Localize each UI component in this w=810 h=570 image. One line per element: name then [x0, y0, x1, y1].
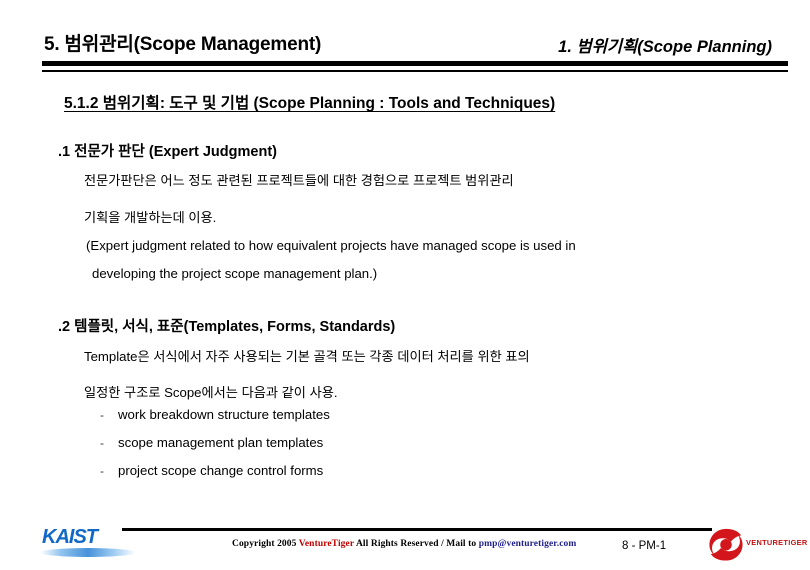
page-number: 8 - PM-1 — [622, 540, 667, 552]
kaist-logo-text: KAIST — [42, 526, 98, 548]
venturetiger-logo-text: VENTURETIGER — [746, 538, 808, 547]
kaist-swoosh-icon — [40, 548, 136, 557]
section-title: 1. 범위기획(Scope Planning) — [558, 38, 772, 56]
section2-korean-line-1: Template은 서식에서 자주 사용되는 기본 골격 또는 각종 데이터 처… — [84, 349, 530, 364]
section-heading-templates-forms-standards: .2 템플릿, 서식, 표준(Templates, Forms, Standar… — [58, 319, 396, 335]
brand-name: VentureTiger — [298, 539, 354, 549]
copyright-notice: Copyright 2005 VentureTiger All Rights R… — [232, 539, 576, 549]
page-title: 5. 범위관리(Scope Management) — [44, 34, 322, 55]
section1-korean-line-2: 기획을 개발하는데 이용. — [84, 210, 217, 225]
list-item: - work breakdown structure templates — [100, 407, 330, 435]
list-item-label: scope management plan templates — [118, 435, 324, 450]
dash-icon: - — [100, 464, 104, 478]
dash-icon: - — [100, 408, 104, 422]
section1-english-line-2: developing the project scope management … — [92, 266, 378, 281]
list-item: - project scope change control forms — [100, 463, 330, 491]
list-item-label: work breakdown structure templates — [118, 407, 330, 422]
venturetiger-logo: VENTURETIGER — [708, 524, 807, 566]
slide-canvas: 5. 범위관리(Scope Management) 1. 범위기획(Scope … — [0, 0, 810, 570]
header-divider-thick — [42, 61, 788, 66]
subtitle-heading: 5.1.2 범위기획: 도구 및 기법 (Scope Planning : To… — [64, 95, 556, 112]
template-bullet-list: - work breakdown structure templates - s… — [100, 407, 330, 491]
section1-korean-line-1: 전문가판단은 어느 정도 관련된 프로젝트들에 대한 경험으로 프로젝트 범위관… — [84, 173, 514, 188]
section-heading-expert-judgment: .1 전문가 판단 (Expert Judgment) — [58, 144, 277, 160]
footer-divider — [122, 528, 712, 531]
section2-korean-line-2: 일정한 구조로 Scope에서는 다음과 같이 사용. — [84, 385, 338, 400]
list-item-label: project scope change control forms — [118, 463, 324, 478]
header-divider-thin — [42, 70, 788, 72]
contact-email-link[interactable]: pmp@venturetiger.com — [479, 539, 577, 549]
section1-english-line-1: (Expert judgment related to how equivale… — [86, 238, 576, 253]
copyright-middle: All Rights Reserved / Mail to — [354, 539, 479, 549]
list-item: - scope management plan templates — [100, 435, 330, 463]
venturetiger-swirl-icon — [709, 528, 743, 561]
copyright-prefix: Copyright 2005 — [232, 539, 299, 549]
kaist-logo: KAIST — [40, 526, 136, 557]
dash-icon: - — [100, 436, 104, 450]
